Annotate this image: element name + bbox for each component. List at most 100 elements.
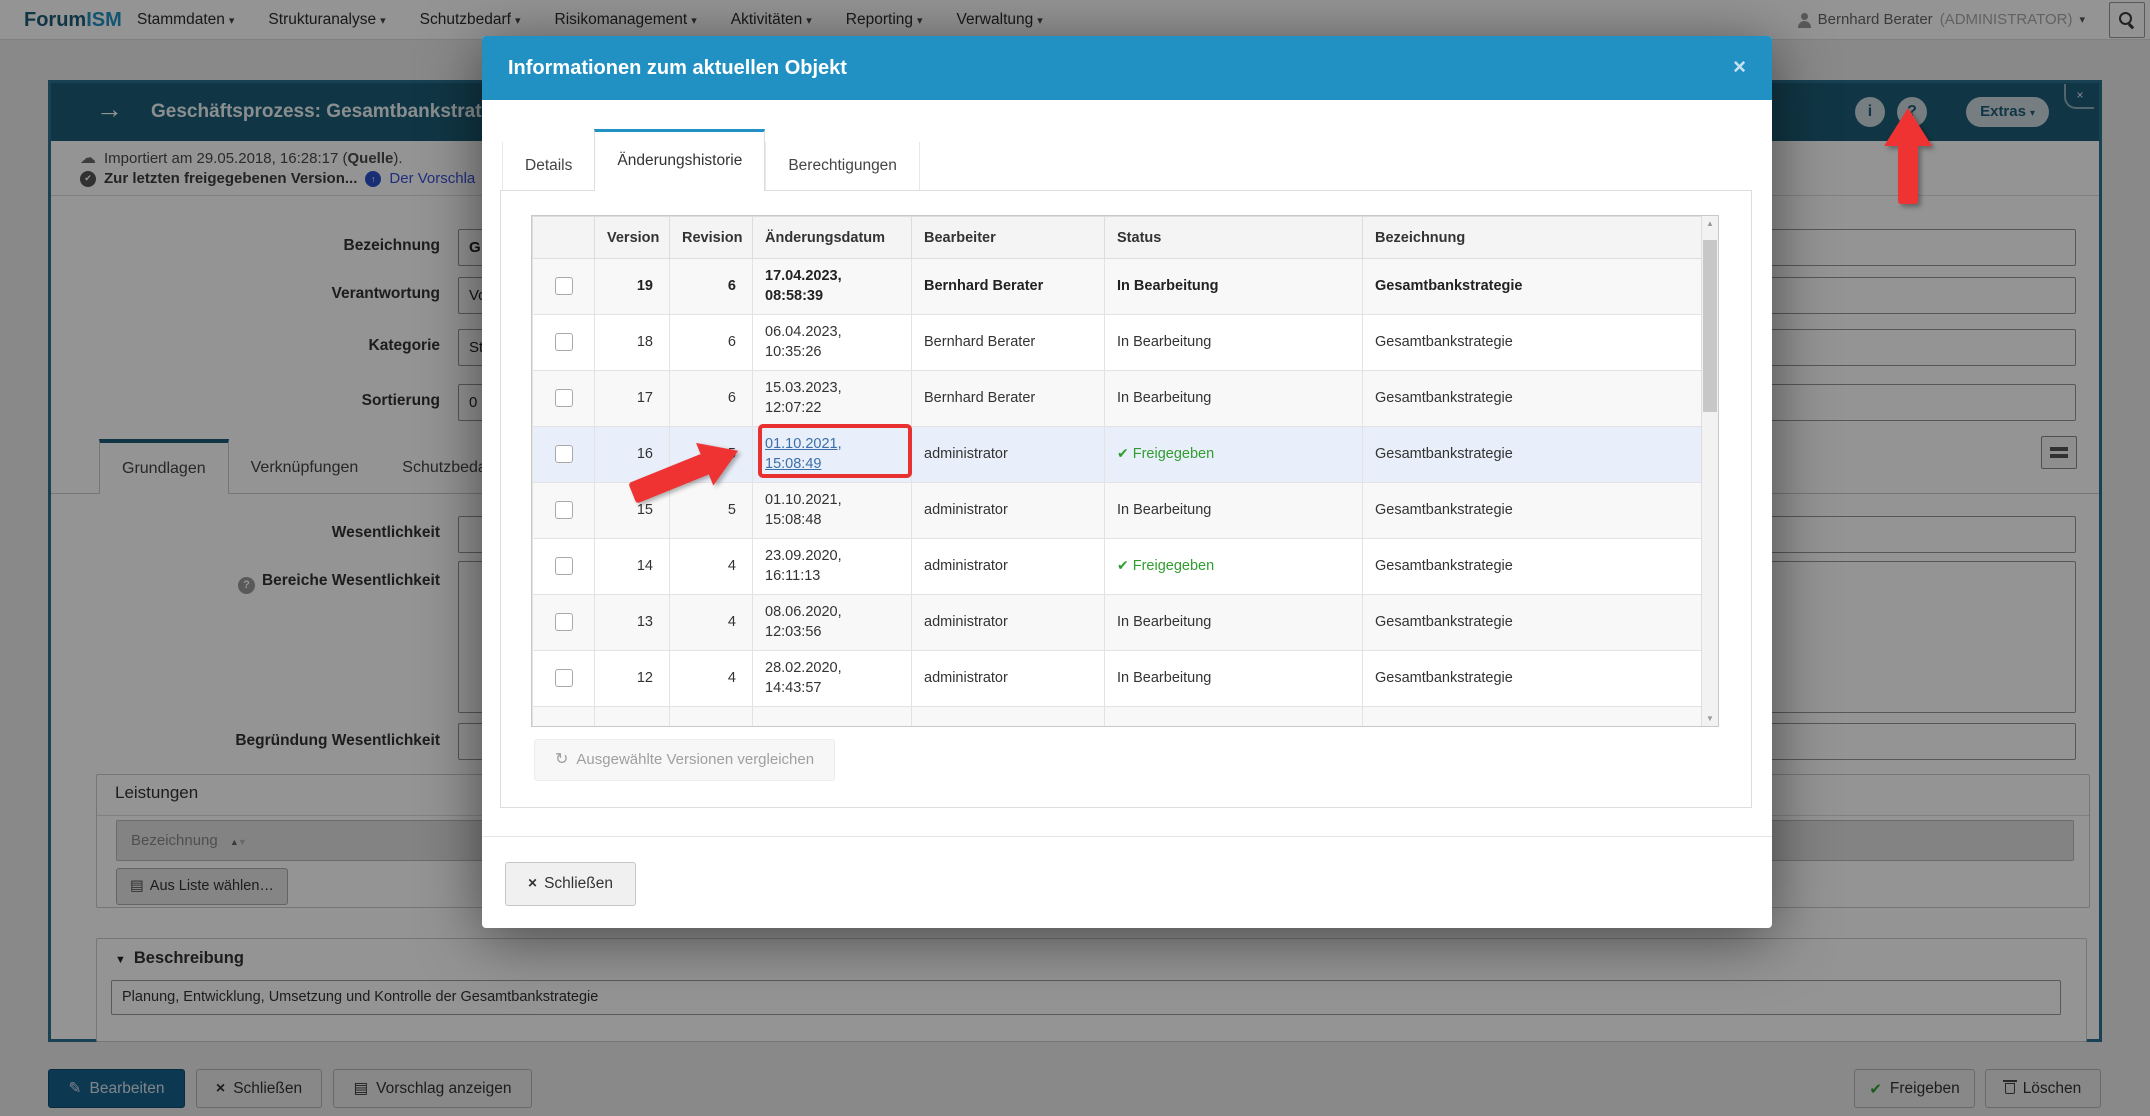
history-row: 17 6 15.03.2023, 12:07:22 Bernhard Berater In…: [532, 370, 1703, 427]
history-row: 14.02.2020: [532, 706, 1703, 726]
row-checkbox[interactable]: [554, 500, 573, 519]
check-icon: ✔: [1117, 557, 1129, 574]
cell-date: 08.06.2020, 12:03:56: [752, 594, 912, 651]
cell-status: In Bearbeitung: [1104, 370, 1363, 427]
cell-checkbox: [532, 706, 595, 726]
row-checkbox[interactable]: [554, 612, 573, 631]
cell-date: 01.10.2021, 15:08:48: [752, 482, 912, 539]
cell-bezeichnung: Gesamtbankstrategie: [1362, 538, 1703, 595]
cell-checkbox: [532, 314, 595, 371]
cell-editor: administrator: [911, 426, 1105, 483]
row-checkbox[interactable]: [554, 444, 573, 463]
col-header-status: Status: [1104, 216, 1363, 259]
annotation-arrow-to-info-button: [1884, 108, 1932, 204]
cell-date: 14.02.2020: [752, 706, 912, 726]
modal-header: Informationen zum aktuellen Objekt ×: [482, 36, 1772, 100]
cell-bezeichnung: [1362, 706, 1703, 726]
row-checkbox[interactable]: [554, 276, 573, 295]
cell-date: 23.09.2020, 16:11:13: [752, 538, 912, 595]
cell-revision: 4: [669, 594, 753, 651]
cell-status: ✔ Freigegeben: [1104, 426, 1363, 483]
cell-revision: 6: [669, 370, 753, 427]
cell-version: [594, 706, 670, 726]
cell-bezeichnung: Gesamtbankstrategie: [1362, 426, 1703, 483]
history-row: 19 6 17.04.2023, 08:58:39 Bernhard Berater In…: [532, 258, 1703, 315]
cell-version: 18: [594, 314, 670, 371]
cell-version: 14: [594, 538, 670, 595]
cell-bezeichnung: Gesamtbankstrategie: [1362, 650, 1703, 707]
cell-status: [1104, 706, 1363, 726]
row-checkbox[interactable]: [554, 668, 573, 687]
row-checkbox[interactable]: [554, 556, 573, 575]
check-icon: ✔: [1117, 445, 1129, 462]
cell-status: In Bearbeitung: [1104, 258, 1363, 315]
cell-status: ✔ Freigegeben: [1104, 538, 1363, 595]
cell-checkbox: [532, 594, 595, 651]
cell-status: In Bearbeitung: [1104, 482, 1363, 539]
cell-version: 12: [594, 650, 670, 707]
annotation-highlight-box: [758, 424, 912, 478]
cell-editor: Bernhard Berater: [911, 314, 1105, 371]
cell-revision: 6: [669, 258, 753, 315]
modal-schliessen-button[interactable]: × Schließen: [505, 862, 636, 906]
cell-editor: [911, 706, 1105, 726]
cell-status: In Bearbeitung: [1104, 594, 1363, 651]
cell-bezeichnung: Gesamtbankstrategie: [1362, 314, 1703, 371]
cell-editor: administrator: [911, 594, 1105, 651]
table-scrollbar[interactable]: [1701, 216, 1718, 726]
history-row: 18 6 06.04.2023, 10:35:26 Bernhard Berater In…: [532, 314, 1703, 371]
cell-bezeichnung: Gesamtbankstrategie: [1362, 370, 1703, 427]
history-row: 12 4 28.02.2020, 14:43:57 administrator In Be…: [532, 650, 1703, 707]
tab-details[interactable]: Details: [502, 142, 594, 190]
cell-date: 17.04.2023, 08:58:39: [752, 258, 912, 315]
modal-close-icon[interactable]: ×: [1733, 36, 1746, 98]
cell-date: 15.03.2023, 12:07:22: [752, 370, 912, 427]
col-header-revision: Revision: [669, 216, 753, 259]
cell-revision: 4: [669, 538, 753, 595]
cell-editor: administrator: [911, 482, 1105, 539]
history-row: 13 4 08.06.2020, 12:03:56 administrator In Be…: [532, 594, 1703, 651]
history-table-head-row: Version Revision Änderungsdatum Bearbeiter S…: [532, 216, 1703, 259]
close-icon: ×: [528, 875, 538, 892]
cell-revision: [669, 706, 753, 726]
modal-title: Informationen zum aktuellen Objekt: [508, 57, 847, 79]
cell-status: In Bearbeitung: [1104, 314, 1363, 371]
cell-checkbox: [532, 482, 595, 539]
scrollbar-thumb[interactable]: [1703, 240, 1717, 412]
cell-checkbox: [532, 370, 595, 427]
cell-checkbox: [532, 426, 595, 483]
history-tab-pane: Version Revision Änderungsdatum Bearbeiter S…: [500, 190, 1752, 808]
cell-bezeichnung: Gesamtbankstrategie: [1362, 594, 1703, 651]
cell-bezeichnung: Gesamtbankstrategie: [1362, 258, 1703, 315]
col-header-version: Version: [594, 216, 670, 259]
cell-date: 06.04.2023, 10:35:26: [752, 314, 912, 371]
cell-status: In Bearbeitung: [1104, 650, 1363, 707]
modal-tabs: Details Änderungshistorie Berechtigungen: [502, 128, 920, 191]
history-table-body: 19 6 17.04.2023, 08:58:39 Bernhard Berater In…: [532, 258, 1703, 726]
cell-editor: Bernhard Berater: [911, 258, 1105, 315]
row-checkbox[interactable]: [554, 388, 573, 407]
compare-versions-button[interactable]: ↻ Ausgewählte Versionen vergleichen: [534, 739, 836, 781]
cell-version: 17: [594, 370, 670, 427]
cell-version: 19: [594, 258, 670, 315]
tab-aenderungshistorie[interactable]: Änderungshistorie: [594, 129, 766, 191]
cell-bezeichnung: Gesamtbankstrategie: [1362, 482, 1703, 539]
cell-editor: administrator: [911, 538, 1105, 595]
cell-editor: Bernhard Berater: [911, 370, 1105, 427]
history-row: 14 4 23.09.2020, 16:11:13 administrator ✔ Frei…: [532, 538, 1703, 595]
cell-revision: 6: [669, 314, 753, 371]
cell-revision: 4: [669, 650, 753, 707]
cell-editor: administrator: [911, 650, 1105, 707]
cell-checkbox: [532, 650, 595, 707]
history-row: 15 5 01.10.2021, 15:08:48 administrator In Be…: [532, 482, 1703, 539]
cell-date: 28.02.2020, 14:43:57: [752, 650, 912, 707]
modal-footer-divider: [482, 836, 1772, 837]
tab-berechtigungen[interactable]: Berechtigungen: [765, 142, 920, 190]
cell-checkbox: [532, 258, 595, 315]
col-header-aenderungsdatum: Änderungsdatum: [752, 216, 912, 259]
col-header-bearbeiter: Bearbeiter: [911, 216, 1105, 259]
col-header-checkbox: [532, 216, 595, 259]
cell-checkbox: [532, 538, 595, 595]
cell-version: 13: [594, 594, 670, 651]
row-checkbox[interactable]: [554, 332, 573, 351]
